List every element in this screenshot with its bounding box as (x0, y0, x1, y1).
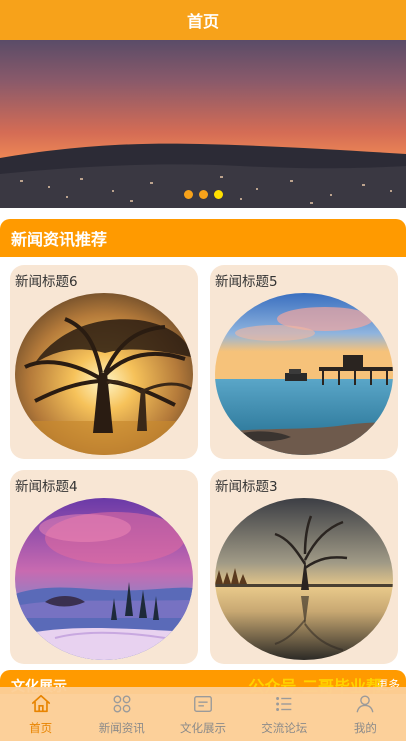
carousel-indicators (0, 190, 406, 199)
carousel-dot[interactable] (183, 190, 193, 199)
news-card[interactable]: 新闻标题4 (10, 470, 198, 664)
list-icon (276, 697, 292, 711)
tab-label: 首页 (29, 721, 53, 735)
carousel-dot[interactable] (198, 190, 208, 199)
bottom-tabbar: 首页 新闻资讯 文化展示 交流论坛 我的 (0, 687, 406, 741)
tab-forum[interactable]: 交流论坛 (244, 687, 325, 741)
tab-home[interactable]: 首页 (0, 687, 81, 741)
news-card-image-sunset-tree[interactable] (15, 293, 193, 455)
news-card-image-lake-pier[interactable] (215, 293, 393, 455)
app-page: 首页 新闻资讯推荐 新闻标题6 新闻标题5 新闻标题4 新闻标题3 更多 首页 … (0, 0, 406, 741)
tab-culture[interactable]: 文化展示 (162, 687, 243, 741)
tab-news[interactable]: 新闻资讯 (81, 687, 162, 741)
news-card-title: 新闻标题4 (15, 479, 78, 495)
home-icon (31, 694, 50, 713)
grid-icon (113, 695, 131, 713)
news-card[interactable]: 新闻标题5 (210, 265, 398, 459)
top-navbar: 首页 (0, 0, 406, 40)
news-card[interactable]: 新闻标题3 (210, 470, 398, 664)
tab-label: 文化展示 (180, 721, 226, 735)
news-card-title: 新闻标题3 (215, 479, 278, 495)
tab-label: 我的 (353, 721, 377, 735)
tab-mine[interactable]: 我的 (325, 687, 406, 741)
page-title: 首页 (186, 12, 219, 31)
news-section-title: 新闻资讯推荐 (11, 230, 108, 249)
person-icon (356, 695, 374, 713)
news-card-title: 新闻标题5 (215, 274, 278, 290)
tab-label: 交流论坛 (261, 721, 308, 735)
image-icon (194, 695, 212, 713)
news-card-image-lone-tree[interactable] (215, 498, 393, 660)
news-card-image-purple-lake[interactable] (15, 498, 193, 660)
news-section-header: 新闻资讯推荐 (0, 219, 406, 257)
carousel-dot-active[interactable] (213, 190, 223, 199)
tab-label: 新闻资讯 (98, 721, 145, 735)
news-card-title: 新闻标题6 (15, 274, 78, 290)
news-grid: 新闻标题6 新闻标题5 新闻标题4 新闻标题3 (0, 258, 406, 678)
banner-carousel[interactable] (0, 40, 406, 208)
news-card[interactable]: 新闻标题6 (10, 265, 198, 459)
